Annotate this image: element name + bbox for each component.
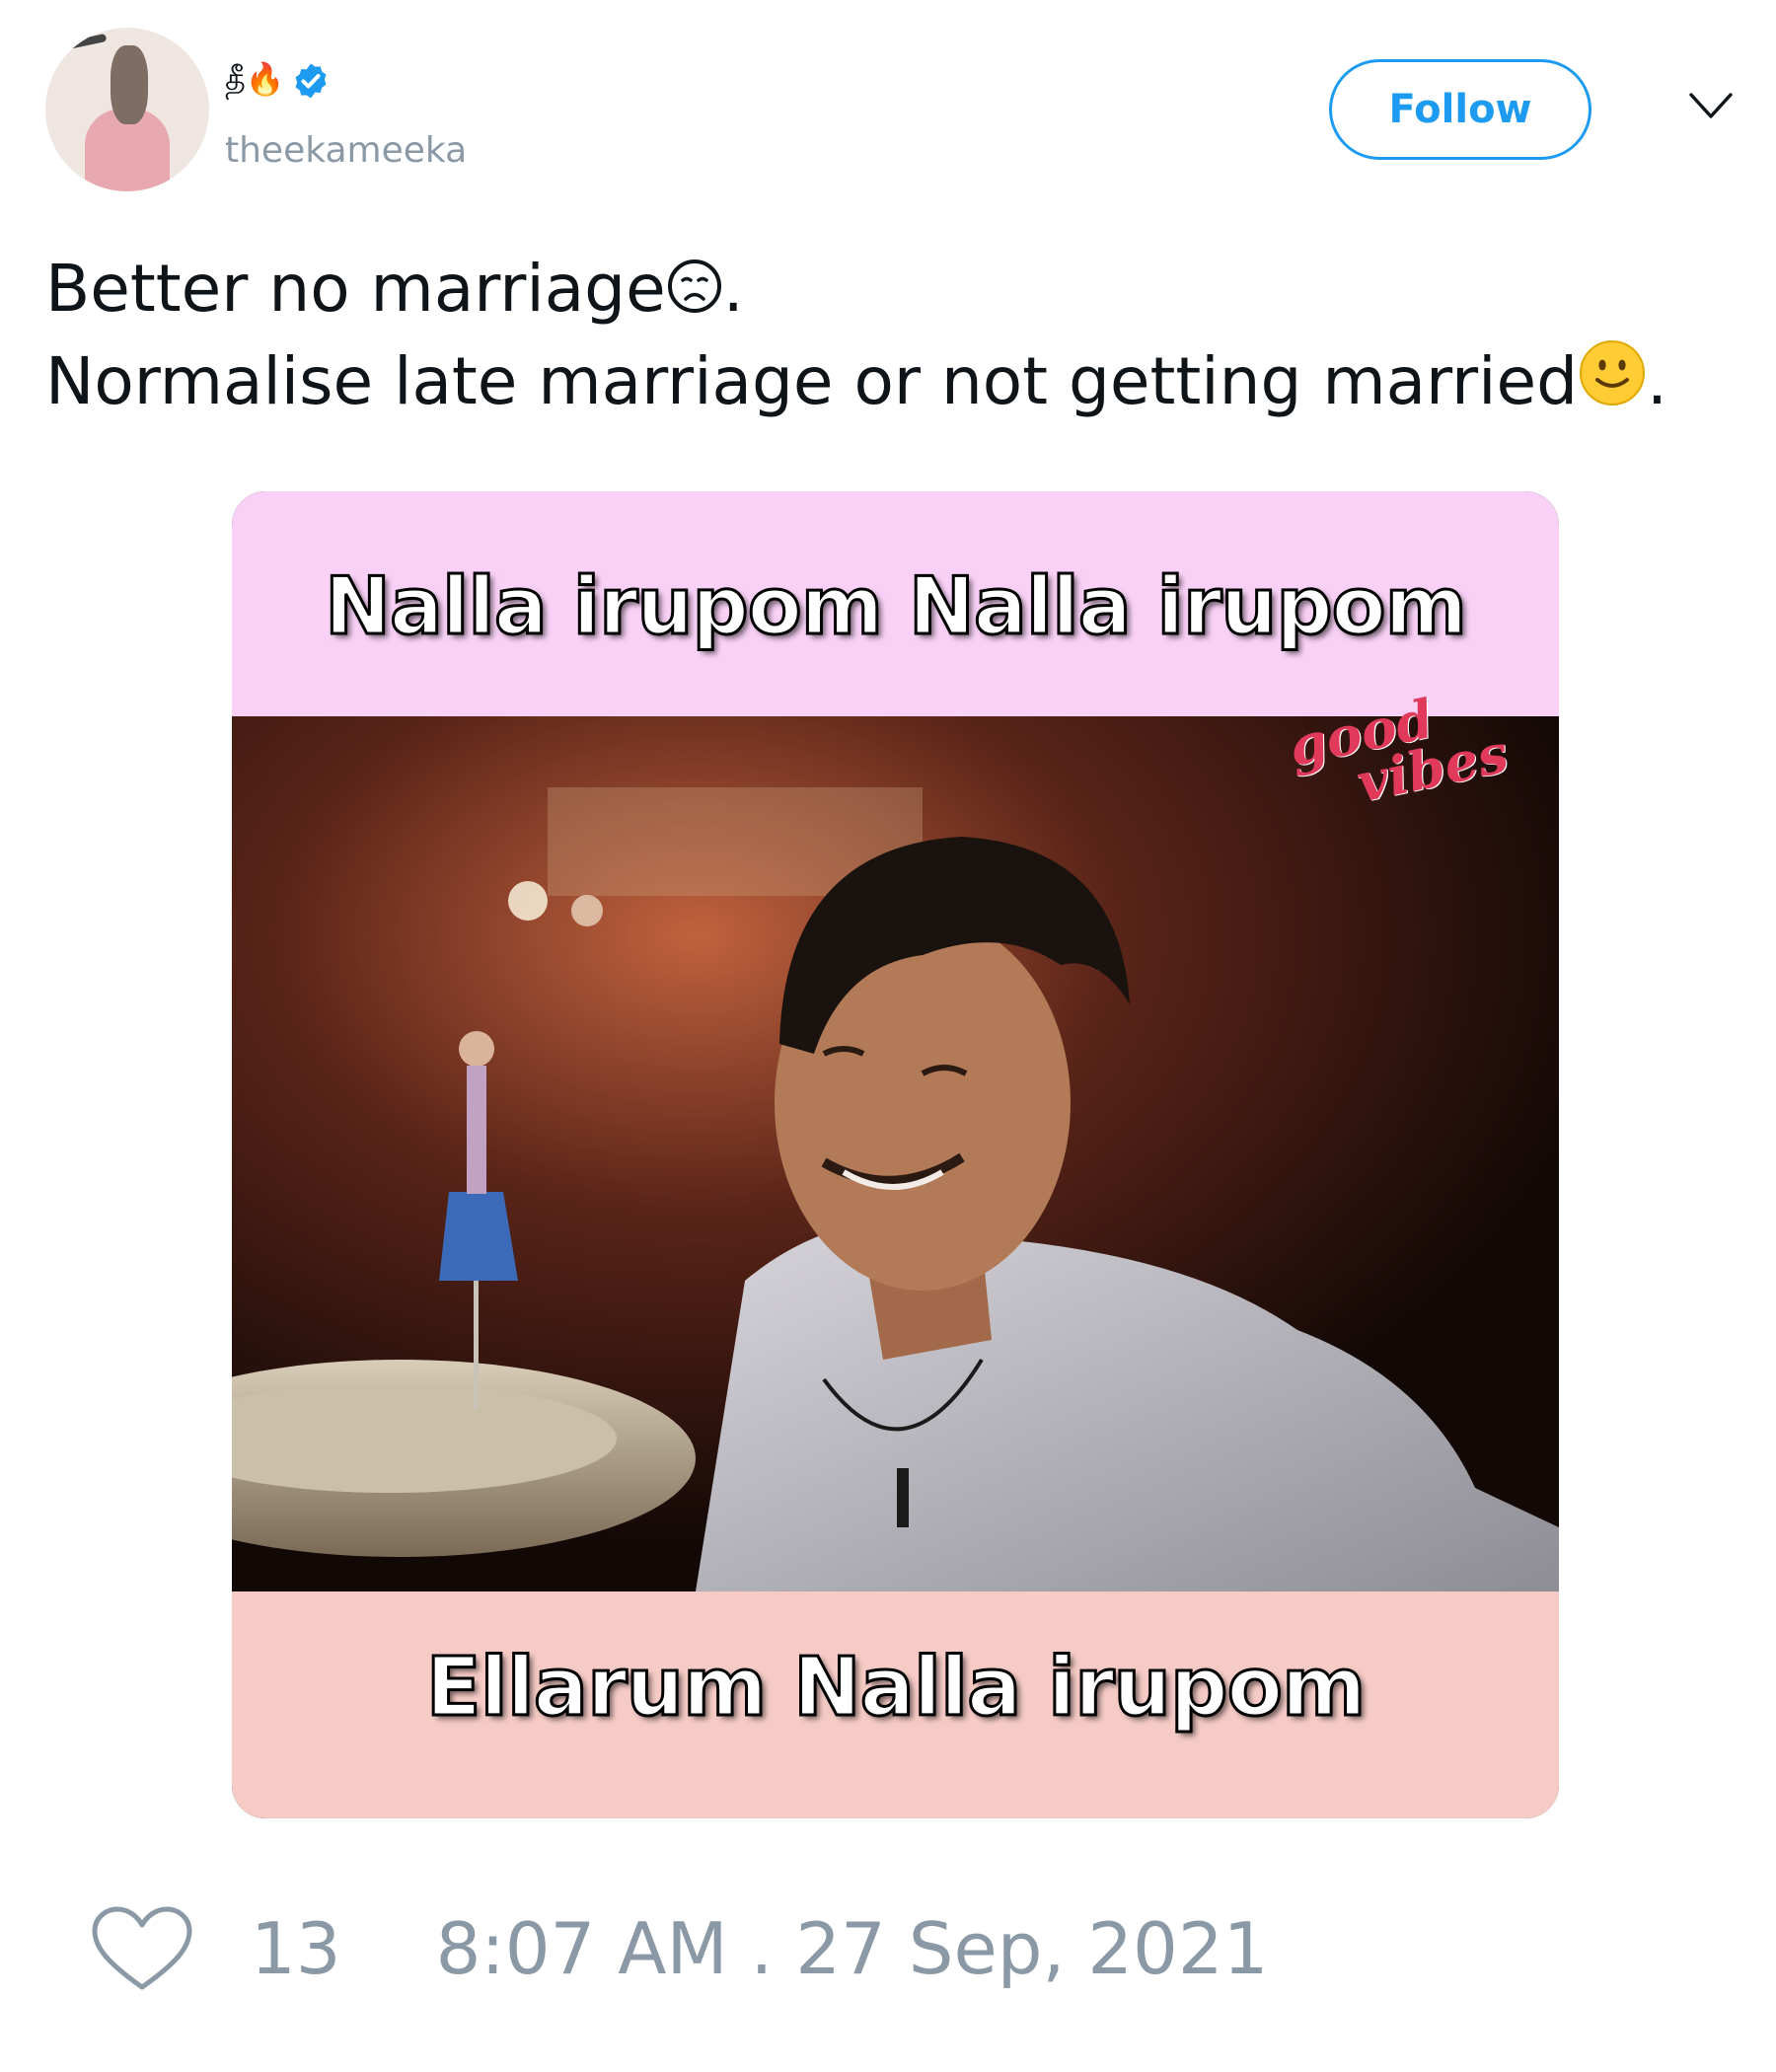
display-name[interactable]: தீ🔥 [225,60,285,102]
tweet-footer: 13 8:07 AM . 27 Sep, 2021 [89,1899,1268,1998]
heart-icon[interactable] [89,1904,195,1993]
meme-caption-bottom: Ellarum Nalla irupom [424,1640,1368,1737]
tweet-text: Better no marriage . Normalise late marr… [45,243,1742,428]
avatar-hair-shape [111,45,148,124]
author-name-row: தீ🔥 [225,60,331,102]
tweet-text-line-2: Normalise late marriage or not getting m… [45,335,1742,428]
disappointed-face-emoji [667,259,721,313]
avatar-stroke-shape [66,33,108,50]
tweet-text-line-1-body: Better no marriage [45,251,666,327]
tweet-media-image[interactable]: Nalla irupom Nalla irupom good vibes Ell… [232,491,1559,1818]
tweet-text-line-1: Better no marriage . [45,243,1742,335]
tweet-text-line-1-end: . [722,251,744,327]
tweet-text-line-2-body: Normalise late marriage or not getting m… [45,343,1578,419]
slightly-smiling-face-emoji [1580,340,1645,406]
like-count[interactable]: 13 [251,1907,341,1990]
avatar[interactable] [45,28,209,191]
tweet-timestamp[interactable]: 8:07 AM . 27 Sep, 2021 [436,1907,1269,1990]
tweet-text-line-2-end: . [1647,343,1667,419]
author-handle[interactable]: theekameeka [225,130,467,171]
verified-badge-icon [295,63,327,99]
follow-button[interactable]: Follow [1329,59,1591,160]
chevron-down-icon[interactable] [1687,87,1735,126]
meme-caption-top: Nalla irupom Nalla irupom [324,559,1469,654]
